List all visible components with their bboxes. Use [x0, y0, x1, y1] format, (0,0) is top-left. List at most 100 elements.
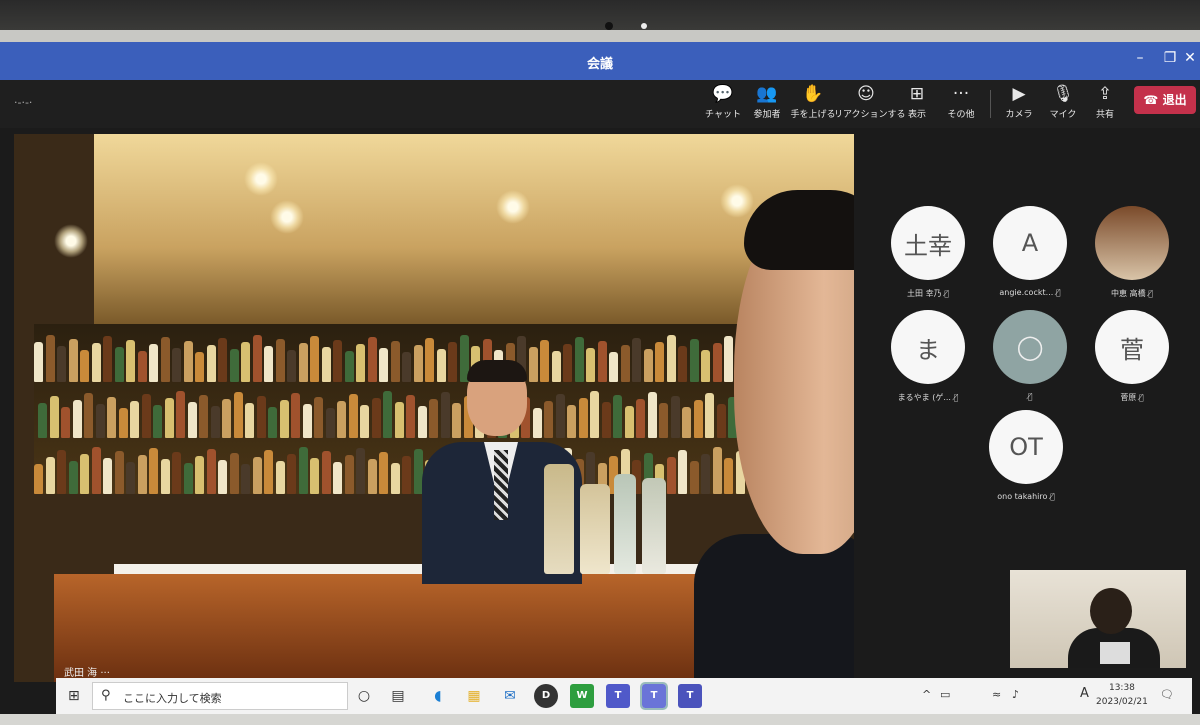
edge-browser-icon[interactable]: ◖ [426, 684, 450, 708]
shelf-bottle [666, 457, 676, 494]
shelf-bottle [310, 458, 319, 494]
teams-meeting-icon[interactable]: T [640, 682, 668, 710]
shelf-bottle [394, 402, 404, 438]
shelf-bottle [126, 340, 135, 382]
close-button[interactable]: ✕ [1180, 50, 1200, 66]
shelf-bottle [383, 391, 392, 438]
shelf-bottle [586, 348, 595, 382]
shelf-bottle [337, 401, 346, 438]
counter-bottle [642, 478, 666, 574]
counter-bottle [544, 464, 574, 574]
dell-app-icon[interactable]: D [534, 684, 558, 708]
shelf-bottle [84, 393, 93, 438]
shelf-bottle [252, 335, 262, 382]
mail-icon[interactable]: ✉ [498, 684, 522, 708]
notification-icon[interactable]: 🗨 [1160, 688, 1174, 701]
ceiling-light [244, 162, 278, 196]
shelf-bottle [666, 335, 676, 382]
shelf-bottle [160, 337, 170, 382]
shelf-bottle [114, 451, 124, 494]
shelf-bottle [149, 344, 158, 382]
shelf-bottle [321, 451, 331, 494]
shelf-bottle [356, 448, 365, 494]
shelf-bottle [34, 464, 43, 494]
participant-avatar: ま [891, 310, 965, 384]
search-placeholder: ここに入力して検索 [123, 692, 222, 705]
shelf-bottle [206, 345, 216, 382]
shelf-bottle [241, 464, 250, 494]
shelf-bottle [229, 349, 239, 382]
shelf-bottle [402, 352, 411, 382]
shelf-bottle [655, 342, 664, 382]
shelf-bottle [643, 349, 653, 382]
ceiling-light [54, 224, 88, 258]
file-explorer-icon[interactable]: ▦ [462, 684, 486, 708]
shelf-bottle [49, 396, 59, 438]
share-button[interactable]: ⇪ 共有 [1074, 84, 1136, 124]
shelf-bottle [402, 456, 411, 494]
shelf-bottle [187, 402, 197, 438]
minimize-button[interactable]: – [1126, 50, 1154, 66]
shelf-bottle [632, 338, 641, 382]
widgets-icon[interactable]: ▤ [386, 684, 410, 708]
shelf-bottle [291, 393, 300, 438]
participant-avatar: OT [989, 410, 1063, 484]
shelf-bottle [390, 341, 400, 382]
shelf-bottle [287, 350, 296, 382]
participant-tile[interactable]: OT ono takahiro 🎙̸ [986, 410, 1066, 501]
shelf-bottle [379, 348, 388, 382]
bottle-shelves [34, 324, 754, 494]
shelf-bottle [241, 342, 250, 382]
more-button[interactable]: ··· その他 [930, 84, 992, 124]
shelf-bottle [636, 399, 645, 438]
tray-overflow-icon[interactable]: ^ [922, 688, 931, 701]
phone-hangup-icon: ☎ [1143, 93, 1159, 107]
shelf-bottle [268, 407, 277, 438]
leave-label: 退出 [1162, 93, 1187, 107]
shelf-bottle [333, 462, 342, 494]
shelf-bottle [287, 454, 296, 494]
shelf-bottle [597, 341, 607, 382]
shelf-bottle [34, 342, 43, 382]
teams-alt-icon[interactable]: T [678, 684, 702, 708]
shelf-bottle [624, 406, 634, 438]
taskbar-search-box[interactable]: ⚲ ここに入力して検索 [92, 682, 348, 710]
participant-tile[interactable]: ◯ 🎙̸ [990, 310, 1070, 401]
more-icon: ··· [952, 84, 970, 104]
clock-time: 13:38 [1108, 683, 1135, 693]
shelf-bottle [609, 352, 618, 382]
participant-tile[interactable]: 菅 菅原 🎙̸ [1092, 310, 1172, 403]
shelf-bottle [321, 347, 331, 382]
self-view-video[interactable] [1010, 570, 1186, 668]
participant-tile[interactable]: ま まるやま (ゲ... 🎙̸ [888, 310, 968, 403]
windows-start-icon[interactable]: ⊞ [68, 688, 80, 704]
mic-off-icon: 🎙̸ [1027, 392, 1033, 401]
volume-icon[interactable]: ♪ [1012, 688, 1019, 701]
shelf-bottle [367, 337, 377, 382]
shelf-bottle [107, 397, 116, 438]
window-title: 会議 [586, 57, 613, 72]
shelf-bottle [590, 391, 599, 438]
leave-button[interactable]: ☎ 退出 [1134, 86, 1196, 114]
shelf-bottle [103, 336, 112, 382]
clock-date: 2023/02/21 [1096, 697, 1148, 707]
wifi-icon[interactable]: ≈ [992, 688, 1001, 701]
ime-indicator[interactable]: A [1080, 686, 1089, 701]
shelf-bottle [360, 405, 369, 438]
person-icon: ◯ [993, 310, 1067, 384]
meeting-timer: ·-·-· [14, 96, 33, 109]
shelf-bottle [620, 345, 630, 382]
task-view-icon[interactable]: ○ [352, 684, 376, 708]
participant-tile[interactable]: 土幸 土田 幸乃 🎙̸ [888, 206, 968, 299]
shelf-bottle [118, 408, 128, 438]
participant-tile[interactable]: 中恵 高橋 🎙̸ [1092, 206, 1172, 299]
teams-icon[interactable]: T [606, 684, 630, 708]
participant-tile[interactable]: A angie.cockt... 🎙̸ [990, 206, 1070, 297]
shelf-bottle [153, 405, 162, 438]
office-app-icon[interactable]: W [570, 684, 594, 708]
share-icon: ⇪ [1097, 84, 1113, 104]
main-video[interactable] [14, 134, 854, 682]
taskbar-clock[interactable]: 13:38 2023/02/21 [1096, 681, 1148, 709]
webcam-icon [605, 22, 613, 30]
shelf-bottle [275, 461, 285, 494]
